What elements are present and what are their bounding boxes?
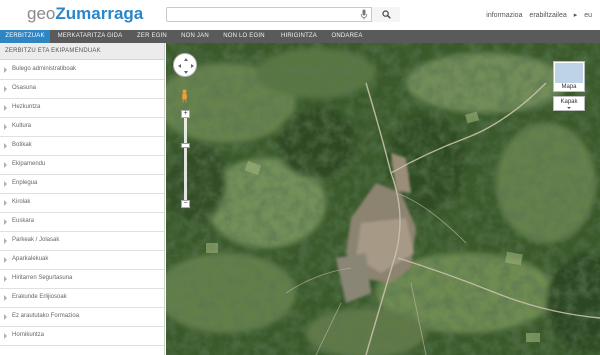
- search-icon: [382, 10, 391, 19]
- sidebar-item-parkeak-jolasak[interactable]: Parkeak / Jolasak: [0, 232, 164, 251]
- zoom-in-button[interactable]: +: [181, 110, 190, 118]
- sidebar-item-hiritarren-segurtasuna[interactable]: Hiritarren Segurtasuna: [0, 270, 164, 289]
- sidebar-item-hezkuntza[interactable]: Hezkuntza: [0, 99, 164, 118]
- expand-arrow-icon: [4, 238, 7, 244]
- sidebar-item-label: Kirolak: [12, 199, 31, 205]
- search-box: [166, 7, 400, 22]
- chevron-down-icon: [567, 107, 571, 109]
- sidebar-item-bulego-administratiboak[interactable]: Bulego administratiboak: [0, 61, 164, 80]
- sidebar-item-hornikuntza[interactable]: Hornikuntza: [0, 327, 164, 346]
- nav-merkataritza-gida[interactable]: MERKATARITZA GIDA: [50, 30, 130, 43]
- sidebar-item-erakunde-erlijiosoak[interactable]: Erakunde Erlijiosoak: [0, 289, 164, 308]
- nav-ondarea[interactable]: ONDAREA: [326, 30, 368, 43]
- logo-city: Zumarraga: [55, 4, 144, 23]
- services-sidebar: ZERBITZU ETA EKIPAMENDUAK Bulego adminis…: [0, 43, 165, 355]
- sidebar-item-label: Hezkuntza: [12, 104, 41, 110]
- top-header: geoZumarraga informazioa erabiltzailea ▸…: [0, 0, 600, 30]
- language-label: eu: [584, 12, 592, 19]
- expand-arrow-icon: [4, 257, 7, 263]
- satellite-imagery: [166, 43, 600, 355]
- expand-arrow-icon: [4, 162, 7, 168]
- sidebar-item-label: Osasuna: [12, 85, 37, 91]
- expand-arrow-icon: [4, 314, 7, 320]
- expand-arrow-icon: [4, 124, 7, 130]
- sidebar-item-label: Ekipamendu: [12, 161, 46, 167]
- map-type-label: Mapa: [561, 84, 577, 90]
- nav-non-lo-egin[interactable]: NON LO EGIN: [216, 30, 272, 43]
- satellite-map[interactable]: + − Mapa Kapak: [166, 43, 600, 355]
- sidebar-item-aparkalekuak[interactable]: Aparkalekuak: [0, 251, 164, 270]
- nav-non-jan[interactable]: NON JAN: [174, 30, 216, 43]
- sidebar-item-label: Euskara: [12, 218, 35, 224]
- sidebar-item-label: Ez araututako Formazioa: [12, 313, 80, 319]
- sidebar-item-label: Bulego administratiboak: [12, 66, 77, 72]
- app-window: geoZumarraga informazioa erabiltzailea ▸…: [0, 0, 600, 355]
- layers-button[interactable]: Kapak: [553, 96, 585, 111]
- expand-arrow-icon: [4, 276, 7, 282]
- site-logo[interactable]: geoZumarraga: [27, 4, 143, 24]
- nav-zer-egin[interactable]: ZER EGIN: [130, 30, 174, 43]
- expand-arrow-icon: [4, 333, 7, 339]
- expand-arrow-icon: [4, 67, 7, 73]
- sidebar-item-enplegua[interactable]: Enplegua: [0, 175, 164, 194]
- map-thumbnail-icon: [555, 63, 583, 83]
- link-erabiltzailea[interactable]: erabiltzailea: [529, 12, 566, 19]
- expand-arrow-icon: [4, 143, 7, 149]
- sidebar-header: ZERBITZU ETA EKIPAMENDUAK: [0, 43, 164, 60]
- logo-prefix: geo: [27, 4, 56, 23]
- microphone-icon[interactable]: [360, 9, 368, 20]
- map-type-button[interactable]: Mapa: [553, 61, 585, 92]
- sidebar-item-kirolak[interactable]: Kirolak: [0, 194, 164, 213]
- expand-arrow-icon: [4, 200, 7, 206]
- sidebar-item-osasuna[interactable]: Osasuna: [0, 80, 164, 99]
- top-links: informazioa erabiltzailea ▸ eu: [481, 11, 592, 19]
- pan-arrows-icon: [178, 58, 194, 74]
- sidebar-item-label: Erakunde Erlijiosoak: [12, 294, 67, 300]
- sidebar-item-label: Botikak: [12, 142, 32, 148]
- pan-control[interactable]: [173, 53, 197, 77]
- sidebar-item-ez-araututako-formazioa[interactable]: Ez araututako Formazioa: [0, 308, 164, 327]
- sidebar-title: ZERBITZU ETA EKIPAMENDUAK: [5, 48, 101, 54]
- sidebar-item-euskara[interactable]: Euskara: [0, 213, 164, 232]
- sidebar-item-kultura[interactable]: Kultura: [0, 118, 164, 137]
- expand-arrow-icon: [4, 86, 7, 92]
- sidebar-item-ekipamendu[interactable]: Ekipamendu: [0, 156, 164, 175]
- search-input[interactable]: [169, 8, 359, 21]
- nav-hirigintza[interactable]: HIRIGINTZA: [272, 30, 326, 43]
- nav-zerbitzuak[interactable]: ZERBITZUAK: [0, 30, 50, 43]
- expand-arrow-icon: [4, 105, 7, 111]
- layers-label: Kapak: [560, 99, 578, 105]
- expand-arrow-icon: [4, 181, 7, 187]
- sidebar-item-label: Kultura: [12, 123, 32, 129]
- main-nav: ZERBITZUAK MERKATARITZA GIDA ZER EGIN NO…: [0, 30, 600, 43]
- sidebar-item-label: Enplegua: [12, 180, 38, 186]
- sidebar-item-label: Parkeak / Jolasak: [12, 237, 60, 243]
- zoom-out-button[interactable]: −: [181, 200, 190, 208]
- expand-arrow-icon: [4, 295, 7, 301]
- sidebar-item-label: Hiritarren Segurtasuna: [12, 275, 73, 281]
- search-button[interactable]: [371, 7, 400, 22]
- sidebar-item-label: Hornikuntza: [12, 332, 45, 338]
- zoom-slider-track[interactable]: [184, 115, 187, 205]
- expand-arrow-icon: [4, 219, 7, 225]
- sidebar-item-label: Aparkalekuak: [12, 256, 49, 262]
- street-view-pegman-icon[interactable]: [181, 89, 188, 103]
- zoom-slider-handle[interactable]: [181, 143, 190, 148]
- sidebar-item-botikak[interactable]: Botikak: [0, 137, 164, 156]
- link-informazioa[interactable]: informazioa: [486, 12, 522, 19]
- language-selector[interactable]: ▸ eu: [574, 12, 592, 19]
